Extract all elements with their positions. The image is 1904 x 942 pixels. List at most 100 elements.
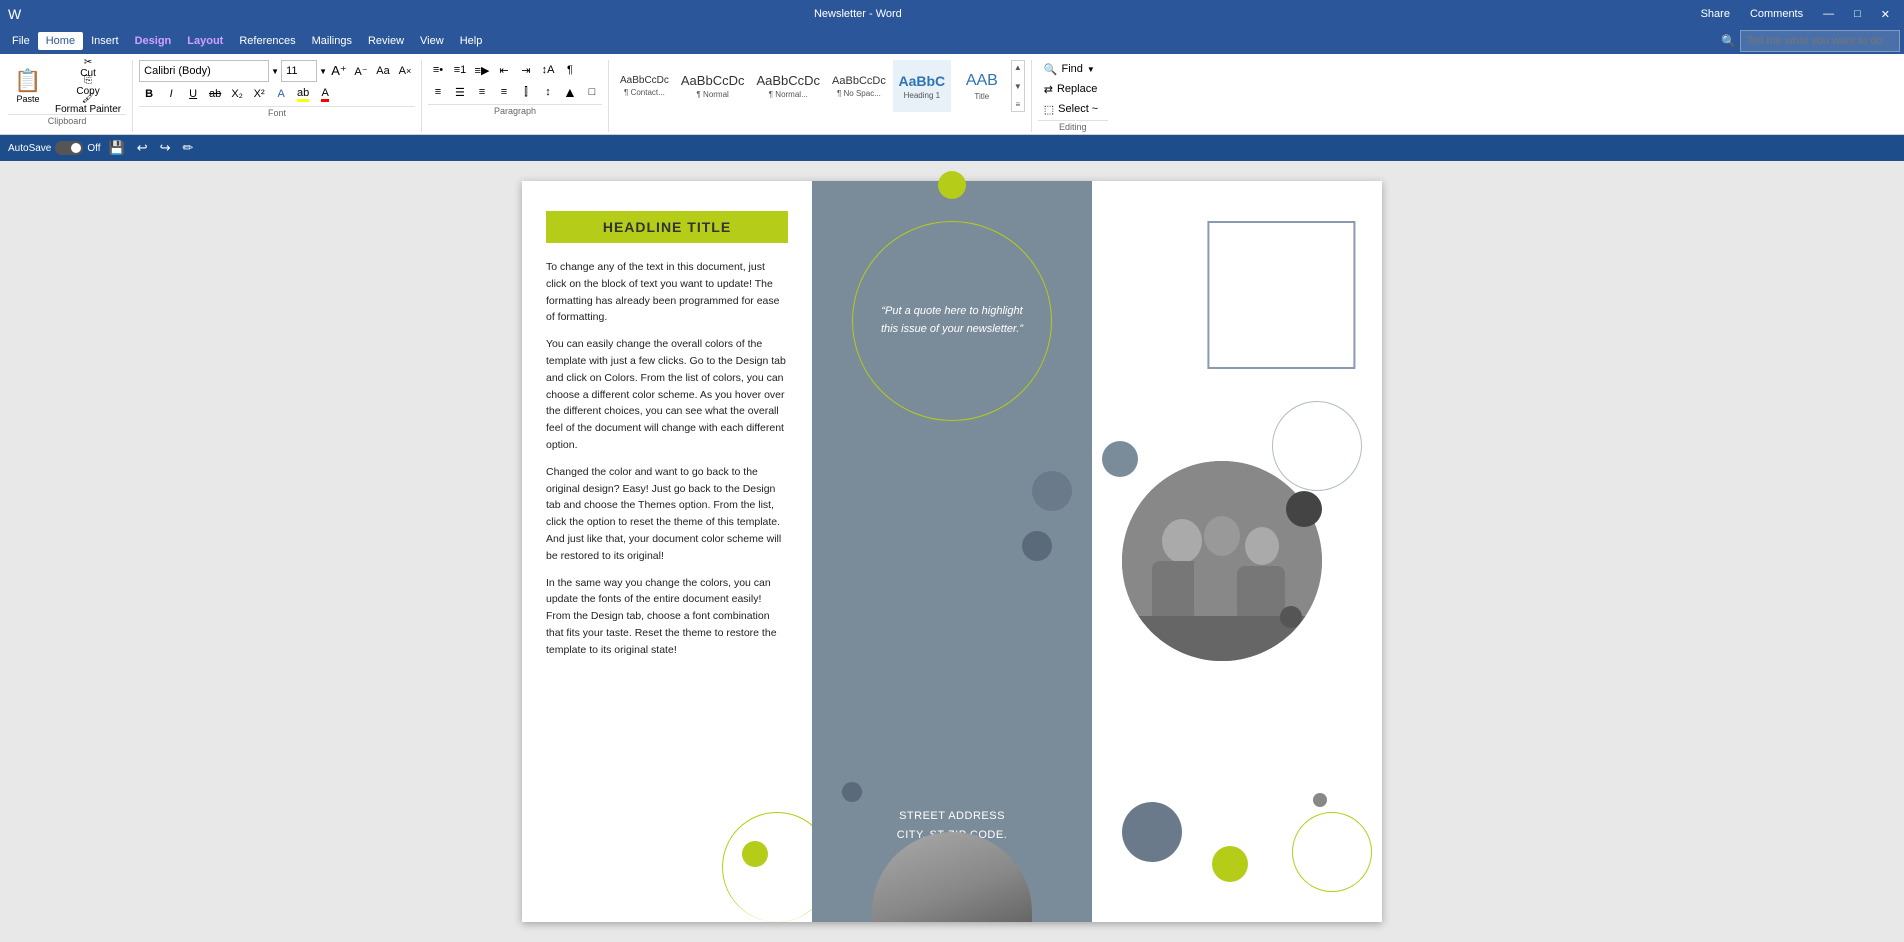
body-para-4[interactable]: In the same way you change the colors, y… [546,575,788,659]
increase-font-button[interactable]: A⁺ [329,61,349,81]
format-painter-button[interactable]: 🖌 Format Painter [50,96,126,112]
undo-button[interactable]: ↩ [133,137,152,159]
scroll-down-icon[interactable]: ▼ [1014,82,1022,91]
multilevel-button[interactable]: ≡▶ [472,60,492,80]
strikethrough-button[interactable]: ab [205,84,225,104]
justify-button[interactable]: ≡ [494,82,514,102]
deco-circle-outline-right [1272,401,1362,491]
menu-references[interactable]: References [231,32,303,50]
deco-circle-lime-outline [1292,812,1372,892]
cut-icon: ✂ [84,57,92,68]
style-contact[interactable]: AaBbCcDc ¶ Contact... [615,60,674,112]
replace-button[interactable]: ⇄ Replace [1038,80,1104,98]
body-para-2[interactable]: You can easily change the overall colors… [546,336,788,454]
font-name-dropdown-icon[interactable]: ▼ [271,67,279,76]
right-column [1092,181,1382,922]
styles-group: AaBbCcDc ¶ Contact... AaBbCcDc ¶ Normal … [611,60,1032,132]
style-no-spacing[interactable]: AaBbCcDc ¶ No Spac... [827,60,891,112]
autosave-state: Off [87,143,100,154]
shading-button[interactable]: ▲ [560,82,580,102]
scroll-up-icon[interactable]: ▲ [1014,63,1022,72]
menu-file[interactable]: File [4,32,38,50]
select-button[interactable]: ⬚ Select ~ [1038,100,1104,118]
quote-text[interactable]: “Put a quote here to highlight this issu… [877,303,1027,338]
share-button[interactable]: Share [1695,6,1736,23]
menu-mailings[interactable]: Mailings [304,32,360,50]
align-center-button[interactable]: ☰ [450,82,470,102]
font-size-dropdown-icon[interactable]: ▼ [319,67,327,76]
menu-view[interactable]: View [412,32,452,50]
paragraph-group: ≡• ≡1 ≡▶ ⇤ ⇥ ↕A ¶ ≡ ☰ ≡ ≡ ⫿ ↕ ▲ □ Paragr… [424,60,609,132]
font-group: ▼ ▼ A⁺ A⁻ Aa A× B I U ab X₂ X² A ab [135,60,422,132]
expand-gallery-icon[interactable]: ≡ [1014,100,1022,109]
styles-scroll[interactable]: ▲ ▼ ≡ [1011,60,1025,112]
numbering-button[interactable]: ≡1 [450,60,470,80]
body-para-1[interactable]: To change any of the text in this docume… [546,259,788,326]
font-size-input[interactable] [281,60,317,82]
cut-button[interactable]: ✂ Cut [50,60,126,76]
show-marks-button[interactable]: ¶ [560,60,580,80]
menu-layout[interactable]: Layout [179,32,231,50]
headline-title[interactable]: HEADLINE TITLE [546,211,788,243]
border-button[interactable]: □ [582,82,602,102]
style-normal[interactable]: AaBbCcDc ¶ Normal [676,60,750,112]
autosave-toggle[interactable] [55,141,83,155]
font-name-input[interactable] [139,60,269,82]
maximize-button[interactable]: □ [1848,6,1867,23]
style-title[interactable]: AAB Title [953,60,1011,112]
autosave-control: AutoSave Off [8,141,101,155]
menu-home[interactable]: Home [38,32,83,50]
style-normal-indent[interactable]: AaBbCcDc ¶ Normal... [751,60,825,112]
mid-deco-circle-2 [1022,531,1052,561]
image-placeholder-box[interactable] [1207,221,1355,369]
menu-help[interactable]: Help [452,32,491,50]
select-icon: ⬚ [1044,103,1054,116]
ribbon: 📋 Paste ✂ Cut ⎘ Copy 🖌 Format Painter [0,54,1904,135]
bullets-button[interactable]: ≡• [428,60,448,80]
paste-button[interactable]: 📋 Paste [8,60,48,112]
decrease-font-button[interactable]: A⁻ [351,61,371,81]
underline-button[interactable]: U [183,84,203,104]
decrease-indent-button[interactable]: ⇤ [494,60,514,80]
comments-button[interactable]: Comments [1744,6,1809,23]
style-heading1[interactable]: AaBbC Heading 1 [893,60,951,112]
align-left-button[interactable]: ≡ [428,82,448,102]
paste-icon: 📋 [14,68,41,94]
photo-circle-inner [1122,461,1322,661]
menu-insert[interactable]: Insert [83,32,127,50]
superscript-button[interactable]: X² [249,84,269,104]
clear-format-button[interactable]: A× [395,61,415,81]
quick-access-toolbar: AutoSave Off 💾 ↩ ↪ ✏ [0,135,1904,161]
para-row1: ≡• ≡1 ≡▶ ⇤ ⇥ ↕A ¶ [428,60,580,80]
address-line1[interactable]: STREET ADDRESS [897,807,1007,826]
sort-button[interactable]: ↕A [538,60,558,80]
italic-button[interactable]: I [161,84,181,104]
bold-button[interactable]: B [139,84,159,104]
highlight-button[interactable]: ab [293,84,313,104]
customize-qat-button[interactable]: ✏ [179,137,198,159]
replace-icon: ⇄ [1044,83,1053,96]
redo-button[interactable]: ↪ [156,137,175,159]
document-page: HEADLINE TITLE To change any of the text… [522,181,1382,922]
close-button[interactable]: ✕ [1875,6,1896,23]
text-effect-button[interactable]: A [271,84,291,104]
copy-button[interactable]: ⎘ Copy [50,78,126,94]
columns-button[interactable]: ⫿ [516,82,536,102]
find-dropdown-icon[interactable]: ▼ [1087,65,1095,74]
deco-dot-small [1313,793,1327,807]
increase-indent-button[interactable]: ⇥ [516,60,536,80]
body-para-3[interactable]: Changed the color and want to go back to… [546,464,788,565]
text-case-button[interactable]: Aa [373,61,393,81]
line-spacing-button[interactable]: ↕ [538,82,558,102]
menu-review[interactable]: Review [360,32,412,50]
align-right-button[interactable]: ≡ [472,82,492,102]
autosave-label: AutoSave [8,143,51,154]
save-button[interactable]: 💾 [105,137,129,159]
find-button[interactable]: 🔍 Find ▼ [1038,60,1104,78]
deco-circle-gray-dark [1102,441,1138,477]
search-input[interactable] [1740,30,1900,52]
minimize-button[interactable]: — [1817,6,1840,23]
menu-design[interactable]: Design [127,32,180,50]
font-color-button[interactable]: A [315,84,335,104]
subscript-button[interactable]: X₂ [227,84,247,104]
